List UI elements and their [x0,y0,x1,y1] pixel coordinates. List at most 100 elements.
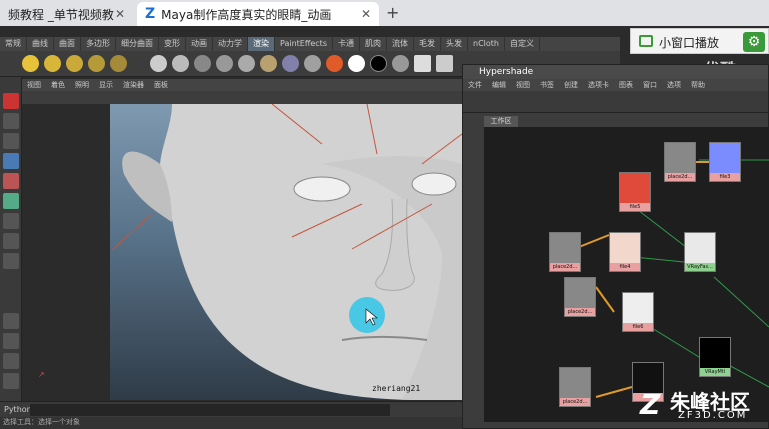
last-tool-icon[interactable] [3,233,19,249]
viewport-menu-item[interactable]: 面板 [149,79,173,91]
lasso-tool-icon[interactable] [3,113,19,129]
spot-light-icon[interactable] [44,55,61,72]
layout-icon[interactable] [3,333,19,349]
rotate-tool-icon[interactable] [3,173,19,189]
render-icon[interactable] [436,55,453,72]
layout-icon[interactable] [3,313,19,329]
node-label: place2d... [665,173,695,181]
point-light-icon[interactable] [66,55,83,72]
scale-tool-icon[interactable] [3,193,19,209]
manipulator-icon[interactable] [3,213,19,229]
viewport-signature: zheriang21 [372,384,421,393]
select-tool-icon[interactable] [3,93,19,109]
shelf-tab[interactable]: 曲线 [27,37,54,51]
shelf-tab[interactable]: 变形 [159,37,186,51]
tab-1-label: 频教程 _单节视频教 [8,7,114,22]
move-tool-icon[interactable] [3,153,19,169]
gear-icon[interactable]: ⚙ [743,32,765,52]
shelf-tab[interactable]: nCloth [468,37,505,51]
shader-node[interactable]: file3 [709,142,741,182]
hypershade-menu-item[interactable]: 选项卡 [583,79,614,91]
hypershade-menu-item[interactable]: 文件 [463,79,487,91]
shelf-tab[interactable]: 肌肉 [360,37,387,51]
material-sphere-icon[interactable] [326,55,343,72]
paint-tool-icon[interactable] [3,133,19,149]
shader-node[interactable]: place2d... [664,142,696,182]
shader-node[interactable]: place2d... [559,367,591,407]
browser-tab-2[interactable]: Z Maya制作高度真实的眼睛_动画 ✕ [137,2,379,26]
shader-node[interactable]: place2d... [549,232,581,272]
hypershade-graph[interactable]: place2d... file3 file5 place2d... file4 VRayF… [484,127,769,422]
render-icon[interactable] [414,55,431,72]
material-sphere-icon[interactable] [304,55,321,72]
shelf-tab[interactable]: 头发 [441,37,468,51]
material-sphere-icon[interactable] [216,55,233,72]
tab-2-label: Maya制作高度真实的眼睛_动画 [161,7,332,22]
material-sphere-icon[interactable] [282,55,299,72]
hypershade-menu-item[interactable]: 选项 [662,79,686,91]
hypershade-menu-item[interactable]: 编辑 [487,79,511,91]
tab-work-area[interactable]: 工作区 [484,116,518,127]
camera-icon[interactable] [150,55,167,72]
shader-node[interactable]: file4 [609,232,641,272]
viewport-menu-item[interactable]: 照明 [70,79,94,91]
viewport[interactable] [22,104,462,400]
shader-node[interactable]: place2d... [564,277,596,317]
tv-icon [639,35,653,47]
hypershade-menu-item[interactable]: 书签 [535,79,559,91]
material-sphere-icon[interactable] [194,55,211,72]
shelf-tab[interactable]: 曲面 [54,37,81,51]
viewport-toolbar [22,91,462,104]
shelf-tab[interactable]: 流体 [387,37,414,51]
material-sphere-icon[interactable] [370,55,387,72]
hypershade-menu-item[interactable]: 窗口 [638,79,662,91]
material-sphere-icon[interactable] [392,55,409,72]
node-swatch [710,143,740,173]
layout-icon[interactable] [3,353,19,369]
new-tab-button[interactable]: + [386,3,399,22]
hypershade-menu-item[interactable]: 帮助 [686,79,710,91]
material-sphere-icon[interactable] [260,55,277,72]
volume-light-icon[interactable] [110,55,127,72]
viewport-menu-item[interactable]: 显示 [94,79,118,91]
shader-node[interactable]: VRayMtl [699,337,731,377]
shelf-tab[interactable]: 常规 [0,37,27,51]
command-line: Python [0,401,462,417]
material-sphere-icon[interactable] [238,55,255,72]
shelf-tab[interactable]: 渲染 [248,37,275,51]
shader-node[interactable]: file5 [619,172,651,212]
close-icon[interactable]: ✕ [115,7,125,21]
material-sphere-icon[interactable] [172,55,189,72]
layout-icon[interactable] [3,373,19,389]
hypershade-title: Hypershade [463,65,768,79]
node-label: file5 [620,203,650,211]
node-swatch [623,293,653,323]
viewport-menu-item[interactable]: 着色 [46,79,70,91]
shelf-tab[interactable]: 动画 [186,37,213,51]
close-icon[interactable]: ✕ [361,7,371,21]
shader-node[interactable]: file6 [622,292,654,332]
browser-tab-1[interactable]: 频教程 _单节视频教 ✕ [0,2,133,26]
shelf-tab[interactable]: 多边形 [81,37,116,51]
hypershade-menu: 文件 编辑 视图 书签 创建 选项卡 图表 窗口 选项 帮助 [463,79,768,91]
shader-node[interactable]: VRayFas... [684,232,716,272]
hypershade-menu-item[interactable]: 图表 [614,79,638,91]
material-sphere-icon[interactable] [348,55,365,72]
light-icon[interactable] [22,55,39,72]
shelf-tab[interactable]: 毛发 [414,37,441,51]
viewport-menu-item[interactable]: 渲染器 [118,79,149,91]
layout-icon[interactable] [3,253,19,269]
shelf-tab[interactable]: 动力学 [213,37,248,51]
shelf-tab[interactable]: 细分曲面 [116,37,159,51]
node-label: VRayFas... [685,263,715,271]
shelf-tab[interactable]: 自定义 [505,37,540,51]
viewport-menu-item[interactable]: 视图 [22,79,46,91]
shelf-tab[interactable]: 卡通 [333,37,360,51]
area-light-icon[interactable] [88,55,105,72]
mini-player-button[interactable]: 小窗口播放 [659,34,719,51]
head-model [22,104,462,400]
hypershade-menu-item[interactable]: 视图 [511,79,535,91]
hypershade-menu-item[interactable]: 创建 [559,79,583,91]
python-input[interactable] [30,404,390,416]
shelf-tab[interactable]: PaintEffects [275,37,333,51]
